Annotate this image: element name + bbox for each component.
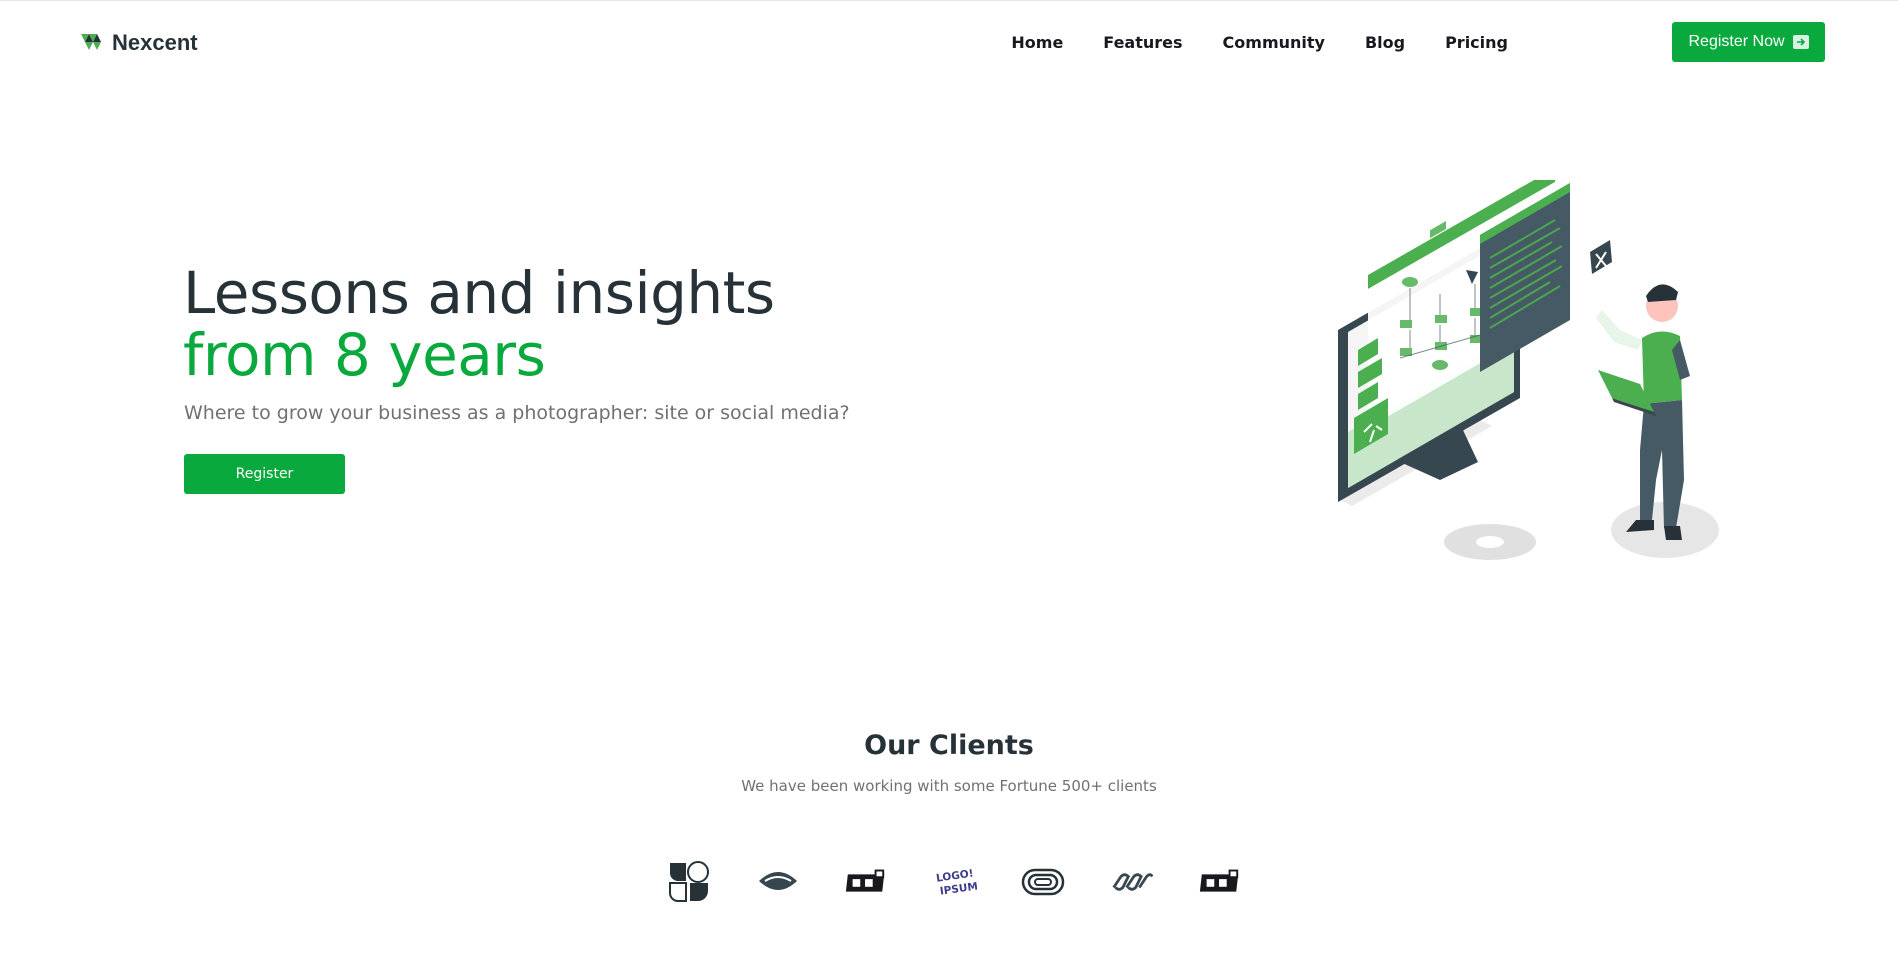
nav-features[interactable]: Features bbox=[1103, 33, 1182, 52]
nav-home[interactable]: Home bbox=[1011, 33, 1063, 52]
register-now-button[interactable]: Register Now bbox=[1672, 22, 1825, 62]
clients-title: Our Clients bbox=[864, 730, 1034, 761]
client-logo-1 bbox=[667, 860, 711, 904]
main-nav: Home Features Community Blog Pricing bbox=[1011, 22, 1508, 62]
client-logos-row: LOGO! IPSUM bbox=[667, 860, 1242, 904]
hero-title-line1: Lessons and insights bbox=[183, 259, 775, 327]
developer-illustration bbox=[1338, 180, 1719, 560]
client-logo-3 bbox=[844, 860, 888, 904]
client-logo-4-icon: LOGO! IPSUM bbox=[935, 868, 977, 898]
client-logo-5-icon bbox=[1021, 868, 1065, 896]
nav-community[interactable]: Community bbox=[1223, 33, 1325, 52]
nav-blog[interactable]: Blog bbox=[1365, 33, 1405, 52]
hero-title: Lessons and insights from 8 years bbox=[183, 262, 775, 386]
client-logo-3-icon bbox=[845, 869, 885, 892]
site-header: Nexcent Home Features Community Blog Pri… bbox=[0, 0, 1898, 84]
close-badge-icon bbox=[1590, 240, 1612, 274]
nav-pricing[interactable]: Pricing bbox=[1445, 33, 1508, 52]
person-figure bbox=[1596, 284, 1690, 540]
client-logo-6 bbox=[1110, 860, 1154, 904]
client-logo-6-icon bbox=[1112, 873, 1153, 891]
clients-subtitle: We have been working with some Fortune 5… bbox=[741, 777, 1157, 795]
client-logo-5 bbox=[1021, 860, 1065, 904]
hero-title-line2: from 8 years bbox=[183, 321, 546, 389]
client-logo-1-icon bbox=[669, 861, 709, 902]
gear-icon bbox=[1444, 524, 1536, 560]
register-button[interactable]: Register bbox=[184, 454, 345, 494]
client-logo-7 bbox=[1198, 860, 1242, 904]
client-logo-4: LOGO! IPSUM bbox=[933, 860, 977, 904]
client-logo-7-icon bbox=[1199, 869, 1239, 892]
register-now-label: Register Now bbox=[1688, 33, 1785, 50]
nexcent-logo-icon bbox=[81, 34, 101, 50]
client-logo-2-icon bbox=[758, 872, 797, 890]
hero-subtitle: Where to grow your business as a photogr… bbox=[184, 402, 850, 424]
client-logo-2 bbox=[756, 860, 800, 904]
brand-logo[interactable]: Nexcent bbox=[80, 28, 198, 58]
brand-name: Nexcent bbox=[112, 30, 198, 55]
arrow-right-icon bbox=[1792, 35, 1809, 49]
